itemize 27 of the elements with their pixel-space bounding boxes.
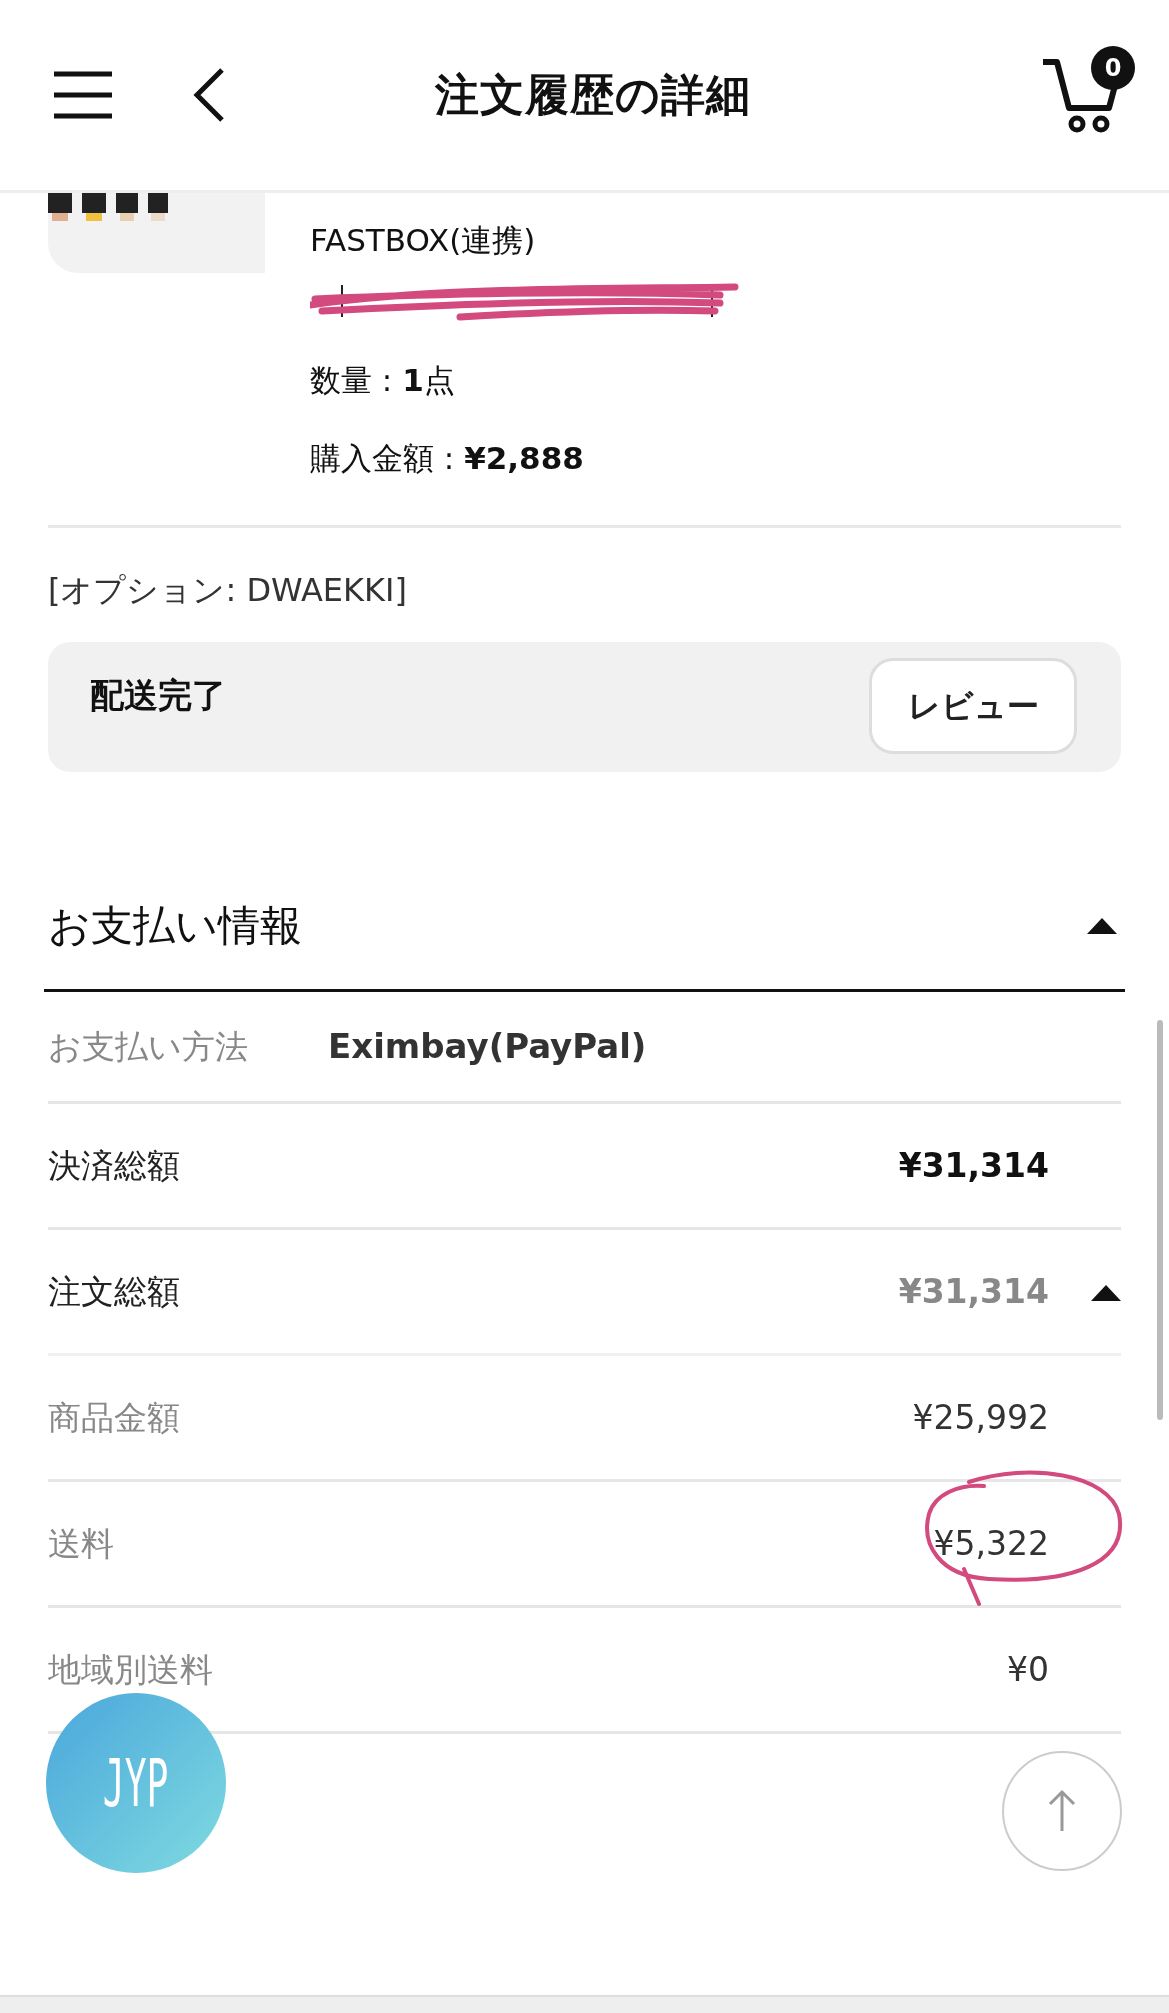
row-label: 地域別送料 — [48, 1648, 213, 1691]
row-label: 送料 — [48, 1522, 114, 1565]
page-title: 注文履歴の詳細 — [434, 68, 751, 122]
purchase-amount-text: 購入金額 : ¥2,888 — [310, 438, 584, 478]
caret-icon[interactable] — [1087, 917, 1117, 934]
menu-icon[interactable] — [52, 71, 114, 119]
option-text: [オプション: DWAEKKI] — [48, 571, 407, 609]
scrollbar[interactable] — [1157, 1020, 1163, 1420]
back-icon[interactable] — [192, 67, 226, 123]
row-label: 決済総額 — [48, 1144, 180, 1187]
quantity-text: 数量 : 1点 — [310, 360, 455, 400]
row-value: ¥0 — [1007, 1648, 1049, 1691]
row-value: ¥31,314 — [898, 1270, 1049, 1313]
review-button[interactable]: レビュー — [869, 658, 1077, 754]
row-label: 注文総額 — [48, 1270, 180, 1313]
row-value: ¥31,314 — [898, 1144, 1049, 1187]
caret-icon[interactable] — [1091, 1285, 1121, 1301]
delivery-status: 配送完了 — [90, 674, 226, 717]
arrow-up-icon — [1048, 1789, 1076, 1833]
section-title: お支払い情報 — [48, 900, 302, 952]
row-label: 商品金額 — [48, 1396, 180, 1439]
row-value: ¥5,322 — [933, 1522, 1049, 1565]
row-label: お支払い方法 — [48, 1025, 248, 1068]
shipping-method: FASTBOX(連携) — [310, 220, 536, 260]
cart-count-badge: 0 — [1091, 46, 1135, 90]
row-value: ¥25,992 — [912, 1396, 1049, 1439]
row-value: Eximbay(PayPal) — [328, 1025, 647, 1068]
